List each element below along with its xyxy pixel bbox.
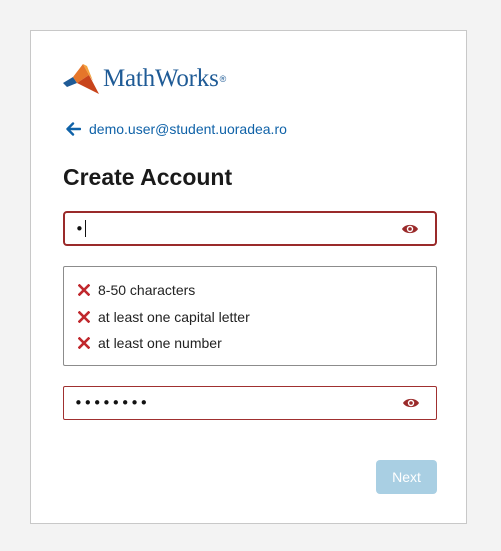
requirement-label: at least one number: [98, 335, 222, 352]
membrane-logo-icon: [63, 63, 99, 95]
signup-card: MathWorks ® demo.user@student.uoradea.ro…: [30, 30, 467, 524]
eye-icon[interactable]: [401, 222, 421, 236]
x-mark-icon: [78, 337, 90, 350]
password-field[interactable]: •: [63, 211, 437, 246]
confirm-password-field[interactable]: ••••••••: [63, 386, 437, 420]
text-cursor: [85, 220, 87, 237]
x-mark-icon: [78, 310, 90, 323]
requirement-item: at least one number: [78, 330, 436, 357]
requirement-label: 8-50 characters: [98, 282, 196, 299]
requirement-item: 8-50 characters: [78, 277, 436, 304]
password-input[interactable]: •: [65, 220, 84, 238]
eye-icon[interactable]: [402, 396, 422, 410]
account-email[interactable]: demo.user@student.uoradea.ro: [89, 121, 287, 137]
confirm-password-input[interactable]: ••••••••: [64, 394, 402, 412]
x-mark-icon: [78, 284, 90, 297]
next-button[interactable]: Next: [376, 460, 437, 494]
back-link[interactable]: demo.user@student.uoradea.ro: [65, 121, 287, 137]
password-requirements: 8-50 characters at least one capital let…: [63, 266, 437, 366]
brand-name: MathWorks: [103, 65, 219, 92]
page-title: Create Account: [63, 164, 233, 190]
mathworks-logo: MathWorks ®: [63, 63, 226, 95]
registered-mark: ®: [219, 74, 227, 84]
arrow-left-icon[interactable]: [65, 122, 81, 136]
requirement-label: at least one capital letter: [98, 308, 250, 325]
requirement-item: at least one capital letter: [78, 304, 436, 331]
